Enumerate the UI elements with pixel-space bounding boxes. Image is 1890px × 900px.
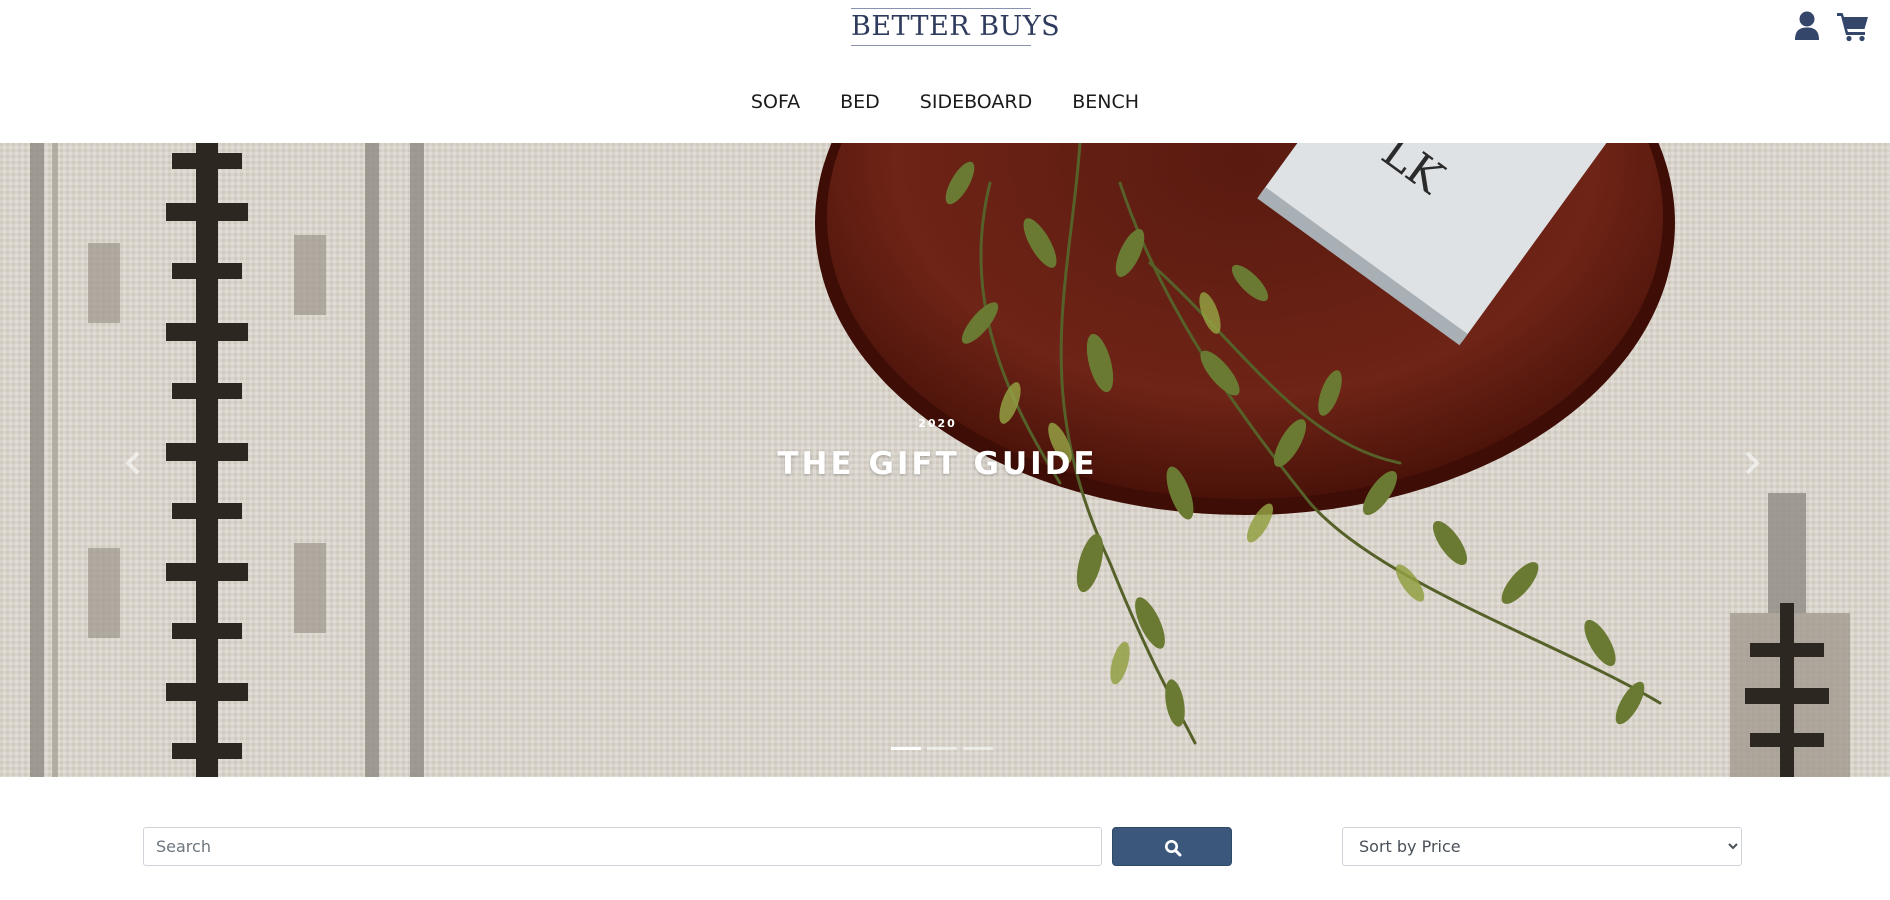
chevron-left-icon[interactable]: [114, 443, 154, 483]
main-nav: SOFA BED SIDEBOARD BENCH: [0, 84, 1890, 120]
cart-icon[interactable]: [1836, 8, 1870, 42]
carousel-indicator-2[interactable]: [927, 747, 957, 750]
nav-item-sideboard[interactable]: SIDEBOARD: [920, 84, 1032, 120]
carousel-indicators: [891, 747, 993, 753]
site-header: BETTER BUYS SOFA BED SIDEBOARD BENCH: [0, 0, 1890, 143]
nav-item-sofa[interactable]: SOFA: [751, 84, 800, 120]
product-toolbar: Sort by Price: [0, 777, 1890, 900]
user-icon[interactable]: [1790, 8, 1824, 42]
carousel-indicator-1[interactable]: [891, 747, 921, 750]
header-actions: [1770, 8, 1890, 42]
search-button[interactable]: [1112, 827, 1232, 866]
search-input[interactable]: [143, 827, 1102, 866]
search-icon: [1165, 840, 1182, 857]
brand-logo[interactable]: BETTER BUYS: [851, 8, 1060, 46]
carousel-indicator-3[interactable]: [963, 747, 993, 750]
hero-title: THE GIFT GUIDE: [777, 446, 1098, 482]
nav-item-bench[interactable]: BENCH: [1072, 84, 1139, 120]
nav-item-bed[interactable]: BED: [840, 84, 880, 120]
hero-carousel: LK 2020 THE GIFT GUIDE: [0, 143, 1890, 777]
hero-eyebrow: 2020: [918, 417, 957, 430]
chevron-right-icon[interactable]: [1731, 443, 1771, 483]
sort-select[interactable]: Sort by Price: [1342, 827, 1742, 866]
